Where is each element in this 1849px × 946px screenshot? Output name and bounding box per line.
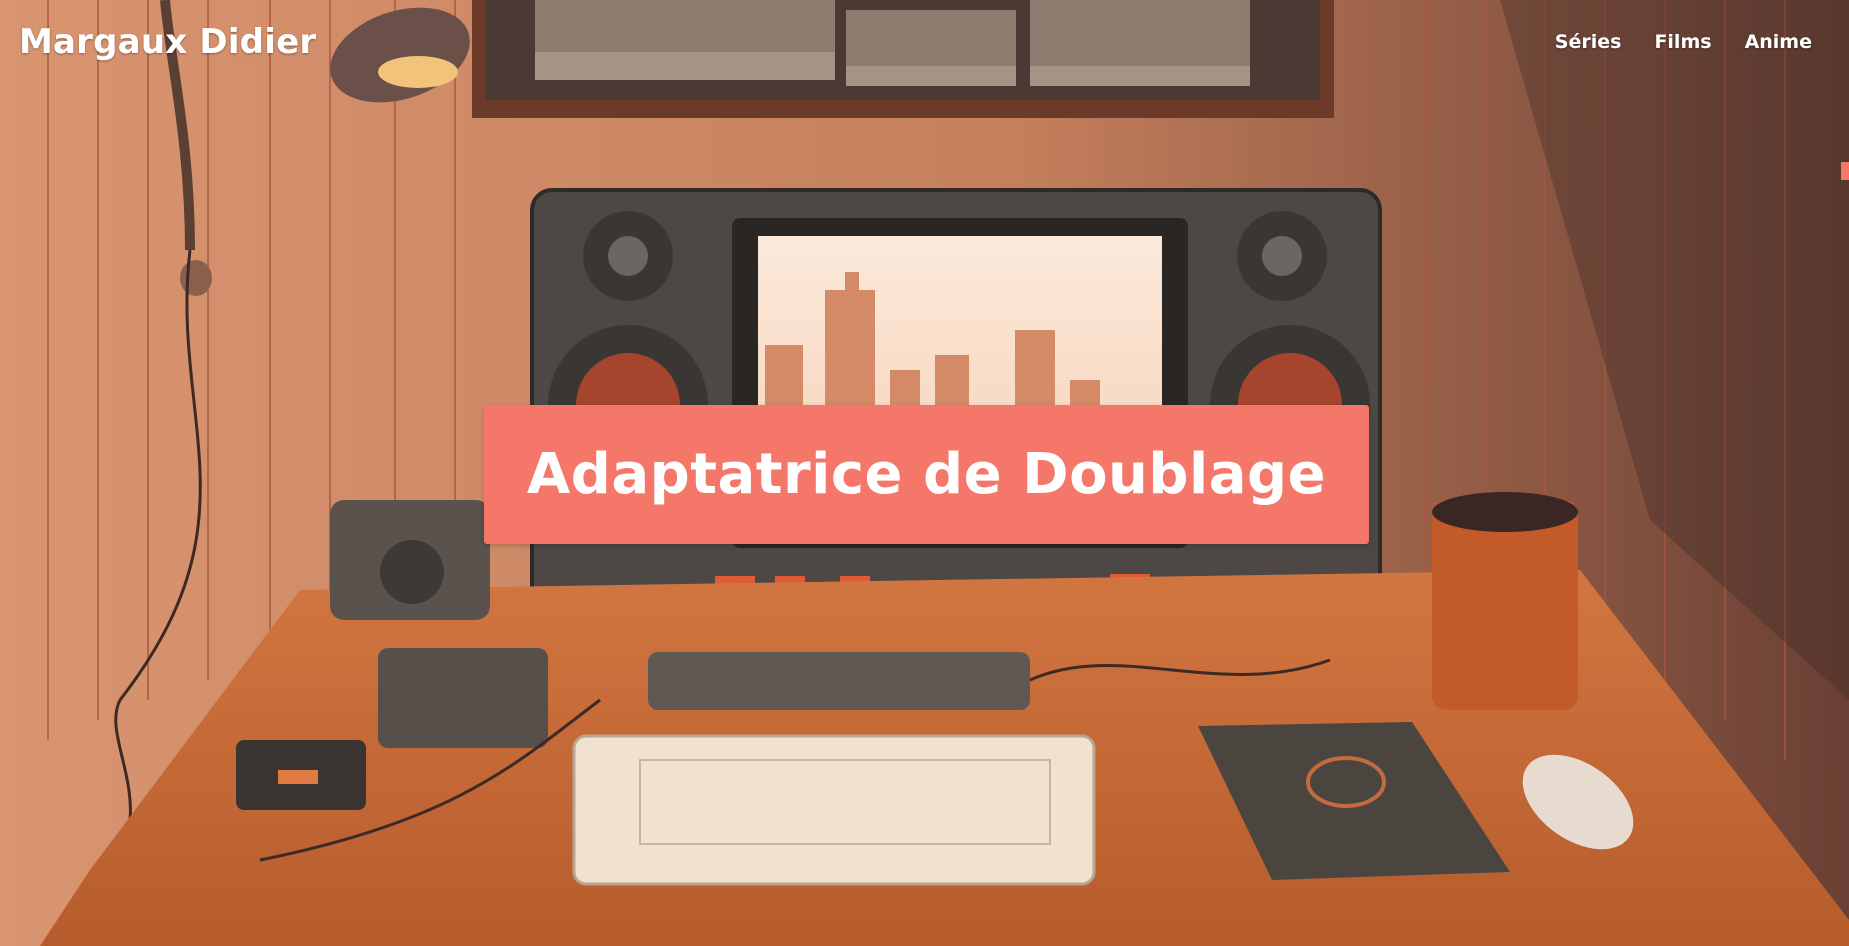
nav-link-anime[interactable]: Anime	[1745, 31, 1812, 53]
nav-link-films[interactable]: Films	[1654, 31, 1711, 53]
hero-section: Margaux Didier Séries Films Anime Adapta…	[0, 0, 1849, 946]
scroll-accent-marker	[1841, 162, 1849, 180]
top-navbar: Margaux Didier Séries Films Anime	[0, 0, 1849, 84]
nav-link-series[interactable]: Séries	[1555, 31, 1622, 53]
hero-headline: Adaptatrice de Doublage	[526, 442, 1327, 507]
main-nav: Séries Films Anime	[1555, 31, 1812, 53]
brand-logo-link[interactable]: Margaux Didier	[19, 22, 316, 62]
headline-banner: Adaptatrice de Doublage	[484, 405, 1369, 544]
